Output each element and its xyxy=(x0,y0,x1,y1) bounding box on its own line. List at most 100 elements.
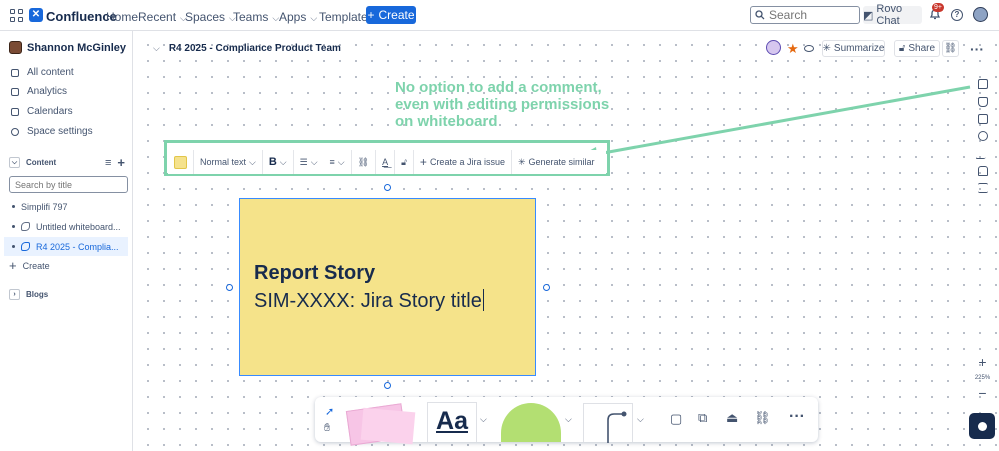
connector-tool[interactable] xyxy=(583,403,633,444)
zoom-level[interactable]: 225% xyxy=(975,375,990,381)
more-tools-icon[interactable]: ··· xyxy=(789,408,805,426)
sidebar-create[interactable]: + Create xyxy=(4,256,128,275)
zoom-out-icon[interactable]: − xyxy=(978,385,986,401)
sticky-note-subtitle[interactable]: SIM-XXXX: Jira Story title xyxy=(254,289,485,313)
top-navigation: ✕ Confluence Home Recent ⌵ Spaces ⌵ Teams ⌵… xyxy=(0,0,999,31)
calendar-icon xyxy=(11,107,19,116)
color-picker[interactable] xyxy=(168,150,194,174)
link-icon[interactable]: ⛓︎ xyxy=(754,410,771,426)
comment-icon[interactable] xyxy=(978,79,988,89)
lock-icon: 🔓︎ xyxy=(898,43,906,54)
chevron-down-icon[interactable]: ⌵ xyxy=(565,414,572,425)
resize-handle-left[interactable] xyxy=(226,284,233,291)
share-button[interactable]: 🔓︎ Share xyxy=(894,40,940,57)
sidebar-item-space-settings[interactable]: Space settings xyxy=(11,126,93,137)
list-icon xyxy=(11,68,19,77)
chevron-down-icon: ⌵ xyxy=(279,156,287,167)
align-button[interactable]: ≡ ⌵ xyxy=(324,150,352,174)
sidebar-item-analytics[interactable]: Analytics xyxy=(11,86,67,97)
content-section-header: ⌵ Content ≡ + xyxy=(9,155,125,170)
nav-spaces[interactable]: Spaces ⌵ xyxy=(185,10,236,24)
color-swatch xyxy=(174,155,187,169)
list-button[interactable]: ☰ ⌵ xyxy=(294,150,324,174)
creation-toolbar: ➚ ✋︎ Aa ⌵ ⌵ ⌵ ▢ ⧉ ⏏︎ ⛓︎ ··· xyxy=(315,397,818,446)
bullet-icon xyxy=(12,205,15,208)
gear-icon xyxy=(11,127,19,136)
chevron-down-icon: ⌵ xyxy=(337,156,345,167)
search-icon xyxy=(755,10,765,20)
space-header[interactable]: Shannon McGinley xyxy=(9,41,126,54)
tree-item-r4-2025[interactable]: R4 2025 - Complia... xyxy=(4,237,128,256)
space-avatar xyxy=(9,41,22,54)
nav-teams[interactable]: Teams ⌵ xyxy=(233,10,279,24)
global-search[interactable] xyxy=(750,6,860,24)
chevron-down-icon[interactable]: ⌵ xyxy=(637,414,644,425)
text-highlight-button[interactable]: A͟ xyxy=(376,150,396,174)
help-button[interactable] xyxy=(969,413,995,439)
create-jira-issue-button[interactable]: + Create a Jira issue xyxy=(414,150,512,174)
sidebar-item-calendars[interactable]: Calendars xyxy=(11,106,73,117)
nav-recent[interactable]: Recent ⌵ xyxy=(138,10,187,24)
rovo-chat-button[interactable]: ◩ Rovo Chat xyxy=(863,3,922,27)
sidebar-search[interactable] xyxy=(9,176,128,193)
nav-home[interactable]: Home xyxy=(106,10,138,24)
hand-tool-icon[interactable]: ✋︎ xyxy=(324,422,330,435)
more-actions-icon[interactable]: ··· xyxy=(970,40,984,57)
resize-handle-top[interactable] xyxy=(384,184,391,191)
stamp-icon[interactable]: ⏏︎ xyxy=(726,410,738,426)
copy-link-button[interactable]: ⛓︎ xyxy=(942,40,959,57)
sidebar: Shannon McGinley All content Analytics C… xyxy=(0,31,133,451)
sticky-note[interactable] xyxy=(239,198,536,376)
plus-icon: + xyxy=(9,258,17,273)
search-by-title-input[interactable] xyxy=(15,179,110,190)
nav-apps[interactable]: Apps ⌵ xyxy=(279,10,317,24)
text-style-dropdown[interactable]: Normal text ⌵ xyxy=(194,150,263,174)
avatar[interactable] xyxy=(973,7,988,22)
star-icon[interactable]: ★ xyxy=(787,40,799,57)
blogs-section-header[interactable]: › Blogs xyxy=(9,289,48,300)
sliders-icon[interactable] xyxy=(978,183,988,193)
search-input[interactable] xyxy=(769,8,857,22)
thumbs-up-icon[interactable] xyxy=(978,97,988,107)
generate-similar-button[interactable]: ✳ Generate similar xyxy=(512,150,601,174)
text-tool[interactable]: Aa xyxy=(427,402,477,442)
bus-icon[interactable] xyxy=(978,166,988,176)
link-icon: ⛓︎ xyxy=(944,43,957,54)
resize-handle-right[interactable] xyxy=(543,284,550,291)
select-tool-icon[interactable]: ➚ xyxy=(325,405,334,418)
zoom-in-icon[interactable]: + xyxy=(978,354,986,370)
eye-icon[interactable] xyxy=(804,45,814,52)
bullet-icon xyxy=(12,245,15,248)
lock-icon: 🔓︎ xyxy=(401,156,407,167)
confluence-logo-icon[interactable]: ✕ xyxy=(29,8,43,22)
bold-button[interactable]: B ⌵ xyxy=(263,150,294,174)
frame-tool-icon[interactable]: ▢ xyxy=(670,411,682,427)
help-icon[interactable]: ? xyxy=(951,9,963,21)
sparkle-icon: ✳ xyxy=(822,43,831,54)
tree-item-simplifi[interactable]: Simplifi 797 xyxy=(4,197,128,216)
collaborator-avatar[interactable] xyxy=(766,40,781,55)
sticky-note-title[interactable]: Report Story xyxy=(254,262,375,285)
template-icon[interactable] xyxy=(978,114,988,124)
app-switcher-icon[interactable] xyxy=(10,9,23,22)
plus-icon[interactable]: + xyxy=(117,155,125,170)
filter-icon[interactable]: ≡ xyxy=(105,157,111,169)
resize-handle-bottom[interactable] xyxy=(384,382,391,389)
align-left-icon: ≡ xyxy=(329,157,335,167)
chevron-down-icon[interactable]: ⌵ xyxy=(9,157,20,168)
chevron-down-icon[interactable]: ⌵ xyxy=(153,43,160,54)
timer-icon[interactable] xyxy=(978,131,988,141)
link-button[interactable]: ⛓︎ xyxy=(352,150,377,174)
shape-tool[interactable] xyxy=(501,403,561,442)
chevron-down-icon[interactable]: ⌵ xyxy=(480,414,487,425)
tree-item-untitled-whiteboard[interactable]: Untitled whiteboard... xyxy=(4,217,128,236)
highlight-icon: A͟ xyxy=(382,157,389,167)
summarize-button[interactable]: ✳ Summarize xyxy=(822,40,885,57)
lock-button[interactable]: 🔓︎ xyxy=(395,150,414,174)
sidebar-item-all-content[interactable]: All content xyxy=(11,67,74,78)
chevron-down-icon: ⌵ xyxy=(310,156,318,167)
create-button[interactable]: + Create xyxy=(366,6,416,24)
puzzle-icon[interactable]: ⧉ xyxy=(698,410,707,426)
chevron-right-icon[interactable]: › xyxy=(9,289,20,300)
bullet-list-icon: ☰ xyxy=(299,156,308,167)
